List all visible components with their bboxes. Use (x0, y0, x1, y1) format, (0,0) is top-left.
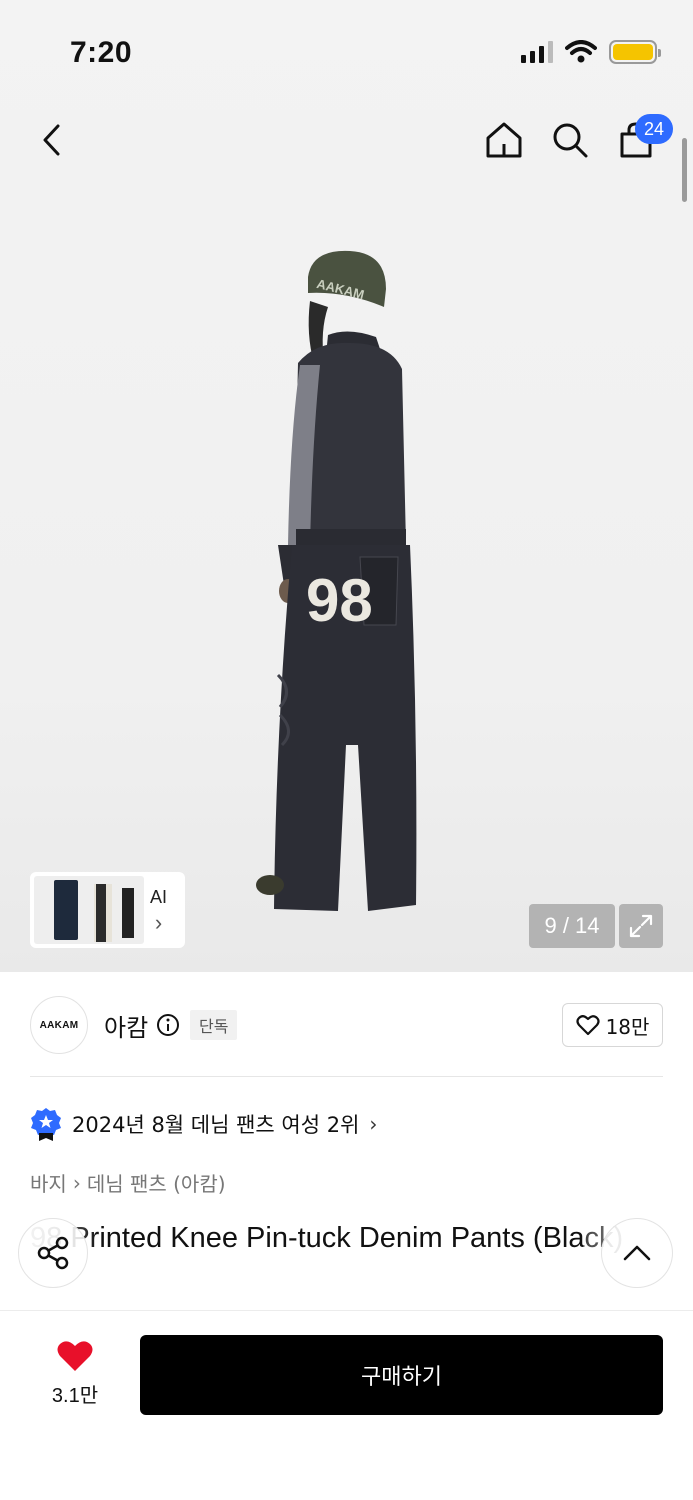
product-title: 98 Printed Knee Pin-tuck Denim Pants (Bl… (30, 1222, 624, 1254)
wishlist-count: 3.1만 (51, 1385, 99, 1407)
search-icon (553, 123, 588, 158)
breadcrumb-subcategory[interactable]: 데님 팬츠 (아캄) (87, 1168, 226, 1197)
ai-label-group: AI › (150, 884, 167, 936)
product-photo: AAKAM 98 (256, 250, 417, 911)
brand-name[interactable]: 아캄 (104, 1008, 148, 1043)
back-icon (43, 124, 60, 156)
share-icon (37, 1236, 69, 1270)
back-button[interactable] (30, 118, 74, 162)
status-bar: 7:20 (0, 0, 693, 100)
breadcrumb-separator: › (72, 1170, 81, 1195)
cart-count-badge: 24 (635, 114, 673, 144)
thumbnail-images (34, 876, 144, 944)
brand-row: AAKAM 아캄 단독 18만 (30, 996, 663, 1054)
expand-button[interactable] (619, 904, 663, 948)
scroll-indicator (682, 138, 687, 202)
info-icon[interactable] (156, 1013, 180, 1037)
ranking-link[interactable]: 2024년 8월 데님 팬츠 여성 2위 › (30, 1106, 377, 1142)
ranking-text: 2024년 8월 데님 팬츠 여성 2위 (72, 1113, 360, 1137)
share-button[interactable] (18, 1218, 88, 1288)
battery-icon (609, 40, 661, 64)
home-button[interactable] (482, 118, 526, 162)
wifi-icon (565, 40, 597, 63)
expand-icon (629, 914, 653, 938)
breadcrumb-category[interactable]: 바지 (30, 1168, 67, 1197)
brand-like-button[interactable]: 18만 (562, 1003, 663, 1047)
divider (30, 1076, 663, 1077)
status-time: 7:20 (70, 36, 133, 69)
chevron-right-icon: › (154, 910, 163, 935)
wishlist-button[interactable]: 3.1만 (38, 1339, 112, 1408)
pants-print: 98 (306, 567, 373, 634)
chevron-right-icon: › (369, 1112, 378, 1136)
scroll-top-button[interactable] (601, 1218, 673, 1288)
ai-thumbnail-strip[interactable]: AI › (30, 872, 185, 948)
home-icon (486, 122, 522, 158)
buy-button[interactable]: 구매하기 (140, 1335, 663, 1415)
heart-filled-icon (57, 1341, 93, 1371)
ranking-badge-icon (31, 1108, 61, 1141)
chevron-up-icon (623, 1245, 651, 1261)
status-icons (521, 40, 661, 64)
image-counter: 9 / 14 (529, 904, 615, 948)
exclusive-badge: 단독 (190, 1010, 238, 1040)
heart-outline-icon (575, 1015, 600, 1036)
search-button[interactable] (548, 118, 592, 162)
brand-logo[interactable]: AAKAM (30, 996, 88, 1054)
ai-label: AI (150, 887, 168, 907)
brand-like-count: 18만 (605, 1014, 650, 1039)
top-nav (0, 100, 693, 180)
breadcrumb: 바지 › 데님 팬츠 (아캄) (30, 1168, 226, 1197)
bottom-action-bar: 3.1만 구매하기 (0, 1310, 693, 1500)
signal-icon (521, 41, 553, 63)
